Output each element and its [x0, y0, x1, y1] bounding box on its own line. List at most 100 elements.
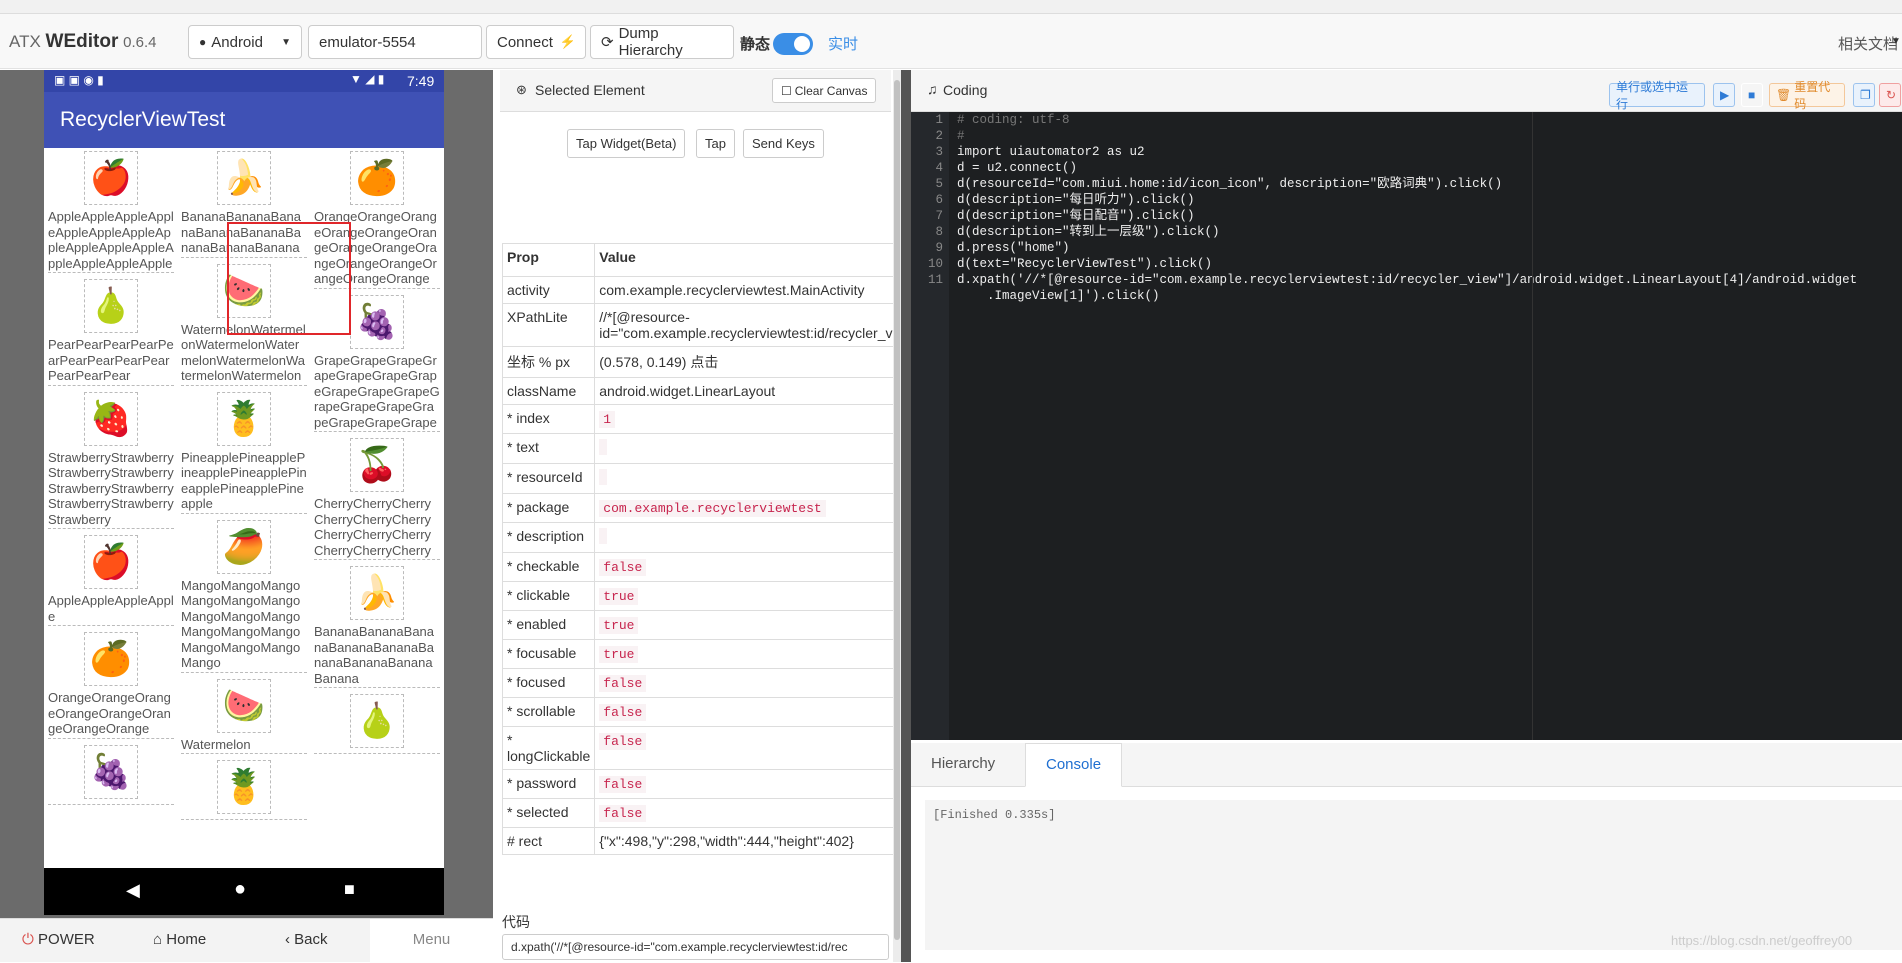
prop-value: false [599, 805, 647, 822]
prop-value: com.example.recyclerviewtest.MainActivit… [599, 282, 865, 298]
tap-widget-button[interactable]: Tap Widget(Beta) [567, 129, 686, 158]
prop-name: # rect [501, 827, 596, 855]
device-input[interactable]: emulator-5554 [308, 25, 482, 59]
top-navbar: ATX WEditor 0.6.4 ● Android ▼ emulator-5… [0, 14, 1902, 69]
fruit-item[interactable]: 🍎 AppleAppleAppleAppleAppleAppleAppleAppl… [48, 151, 174, 273]
send-keys-button[interactable]: Send Keys [743, 129, 824, 158]
back-button[interactable]: ‹ Back [285, 931, 328, 948]
line-number [911, 288, 943, 304]
code-snippet-field[interactable]: d.xpath('//*[@resource-id="com.example.r… [502, 934, 889, 960]
line-number: 3 [935, 145, 943, 159]
tab-console[interactable]: Console [1025, 743, 1123, 787]
tab-hierarchy[interactable]: Hierarchy [911, 743, 1015, 787]
back-label: Back [294, 931, 328, 948]
fruit-label: AppleAppleAppleApple [48, 593, 174, 626]
prop-value: true [599, 617, 639, 634]
copy-icon[interactable]: ❐ [1853, 83, 1875, 107]
power-button[interactable]: ⏻ POWER [22, 931, 95, 948]
fruit-label: StrawberryStrawberryStrawberryStrawberry… [48, 450, 174, 529]
prop-name: * clickable [501, 581, 596, 611]
fruit-item[interactable]: 🍍 [181, 760, 307, 820]
fruit-item[interactable]: 🍊 OrangeOrangeOrangeOrangeOrangeOrangeOra… [48, 632, 174, 739]
code-line: d.press("home") [957, 241, 1070, 255]
home-circle-icon[interactable]: ● [234, 878, 246, 901]
coding-title: Coding [943, 82, 988, 98]
panel-scrollbar[interactable] [893, 70, 901, 962]
device-screen[interactable]: ▣ ▣ ◉ ▮ ▼ ◢ ▮ 7:49 RecyclerViewTest 🍎 App… [44, 70, 444, 915]
connect-button[interactable]: Connect ⚡ [486, 25, 586, 59]
realtime-toggle[interactable] [773, 33, 813, 55]
fruit-item[interactable]: 🍌 BananaBananaBananaBananaBananaBananaBan… [314, 566, 440, 688]
home-button[interactable]: ⌂ Home [153, 931, 206, 948]
fruit-item[interactable]: 🍎 AppleAppleAppleApple [48, 535, 174, 626]
coding-header: ♫ Coding 单行或选中运行 ▶ ■ 🗑 重置代码 ❐ ↻ [911, 70, 1902, 112]
pane-divider[interactable] [901, 70, 911, 962]
app-toolbar: RecyclerViewTest [44, 92, 444, 148]
prop-value: true [599, 646, 639, 663]
reset-code-button[interactable]: 🗑 重置代码 [1769, 80, 1845, 111]
play-icon[interactable]: ▶ [1713, 83, 1735, 107]
prop-name: * text [501, 433, 596, 464]
line-number: 8 [935, 225, 943, 239]
fruit-label [181, 818, 307, 820]
code-line: d.xpath('//*[@resource-id="com.example.r… [957, 273, 1858, 287]
fruit-item[interactable]: 🍉 Watermelon [181, 678, 307, 754]
clear-canvas-button[interactable]: ☐ Clear Canvas [772, 78, 877, 103]
menu-button[interactable]: Menu [370, 919, 493, 963]
line-number: 5 [935, 177, 943, 191]
print-margin [1532, 112, 1533, 740]
brand-prefix: ATX [9, 32, 41, 51]
clear-canvas-label: Clear Canvas [794, 83, 868, 98]
tap-button[interactable]: Tap [696, 129, 735, 158]
fruit-label: BananaBananaBananaBananaBananaBananaBana… [314, 624, 440, 688]
mode-static-label: 静态 [740, 36, 771, 53]
prop-name: XPathLite [501, 303, 596, 347]
fruit-item[interactable]: 🥭 MangoMangoMangoMangoMangoMangoMangoMang… [181, 519, 307, 673]
code-editor[interactable]: 1 2 3 4 5 6 7 8 9 10 11 # coding: utf-8 # import uia… [911, 112, 1902, 740]
fruit-item[interactable]: 🍐 [314, 694, 440, 754]
code-label: 代码 [502, 914, 530, 930]
app-brand: ATX WEditor 0.6.4 [9, 31, 156, 53]
line-number: 11 [927, 273, 943, 287]
line-number: 1 [935, 113, 943, 127]
signal-icons: ▼ ◢ ▮ [350, 72, 385, 86]
stop-icon[interactable]: ■ [1741, 83, 1763, 107]
docs-menu[interactable]: 相关文档 [1838, 33, 1898, 54]
platform-label: Android [211, 33, 263, 51]
refresh-icon: ⟳ [601, 34, 614, 51]
code-line: # [957, 129, 965, 143]
dump-label: Dump Hierarchy [618, 25, 683, 59]
prop-column-header: Prop [501, 243, 596, 277]
selected-element-header: ⊛ Selected Element ☐ Clear Canvas [500, 70, 891, 112]
pineapple-icon: 🍍 [217, 760, 271, 814]
code-line: d(description="转到上一层级").click() [957, 225, 1220, 239]
trash-icon: 🗑 [1776, 88, 1792, 102]
app-title: RecyclerViewTest [60, 108, 226, 131]
back-triangle-icon[interactable]: ◀ [126, 880, 140, 901]
pineapple-icon: 🍍 [217, 391, 271, 446]
dump-hierarchy-button[interactable]: ⟳ Dump Hierarchy [590, 25, 734, 59]
prop-value: 1 [599, 411, 616, 428]
status-time: 7:49 [407, 73, 435, 89]
fruit-label: Watermelon [181, 737, 307, 754]
fruit-item[interactable]: 🍍 PineapplePineapplePineapplePineapplePin… [181, 391, 307, 514]
fruit-item[interactable]: 🍇 [48, 744, 174, 805]
reload-icon[interactable]: ↻ [1879, 83, 1901, 107]
prop-name: * enabled [501, 610, 596, 640]
power-label: POWER [38, 931, 95, 948]
prop-value: false [599, 776, 647, 793]
fruit-item[interactable]: 🍓 StrawberryStrawberryStrawberryStrawberr… [48, 391, 174, 529]
prop-value: android.widget.LinearLayout [599, 383, 776, 399]
fruit-item[interactable]: 🍒 CherryCherryCherryCherryCherryCherryChe… [314, 438, 440, 560]
code-line: d(description="每日配音").click() [957, 209, 1195, 223]
prop-name: * package [501, 493, 596, 523]
code-line: d(description="每日听力").click() [957, 193, 1195, 207]
crosshair-icon: ⊛ [516, 82, 527, 97]
platform-select[interactable]: ● Android ▼ [188, 25, 302, 59]
fruit-item[interactable]: 🍐 PearPearPearPearPearPearPearPearPearPea… [48, 279, 174, 386]
prop-name: * checkable [501, 552, 596, 582]
line-number: 7 [935, 209, 943, 223]
prop-value: false [599, 559, 647, 576]
run-selected-button[interactable]: 单行或选中运行 [1609, 80, 1705, 111]
recents-square-icon[interactable]: ■ [344, 879, 355, 900]
